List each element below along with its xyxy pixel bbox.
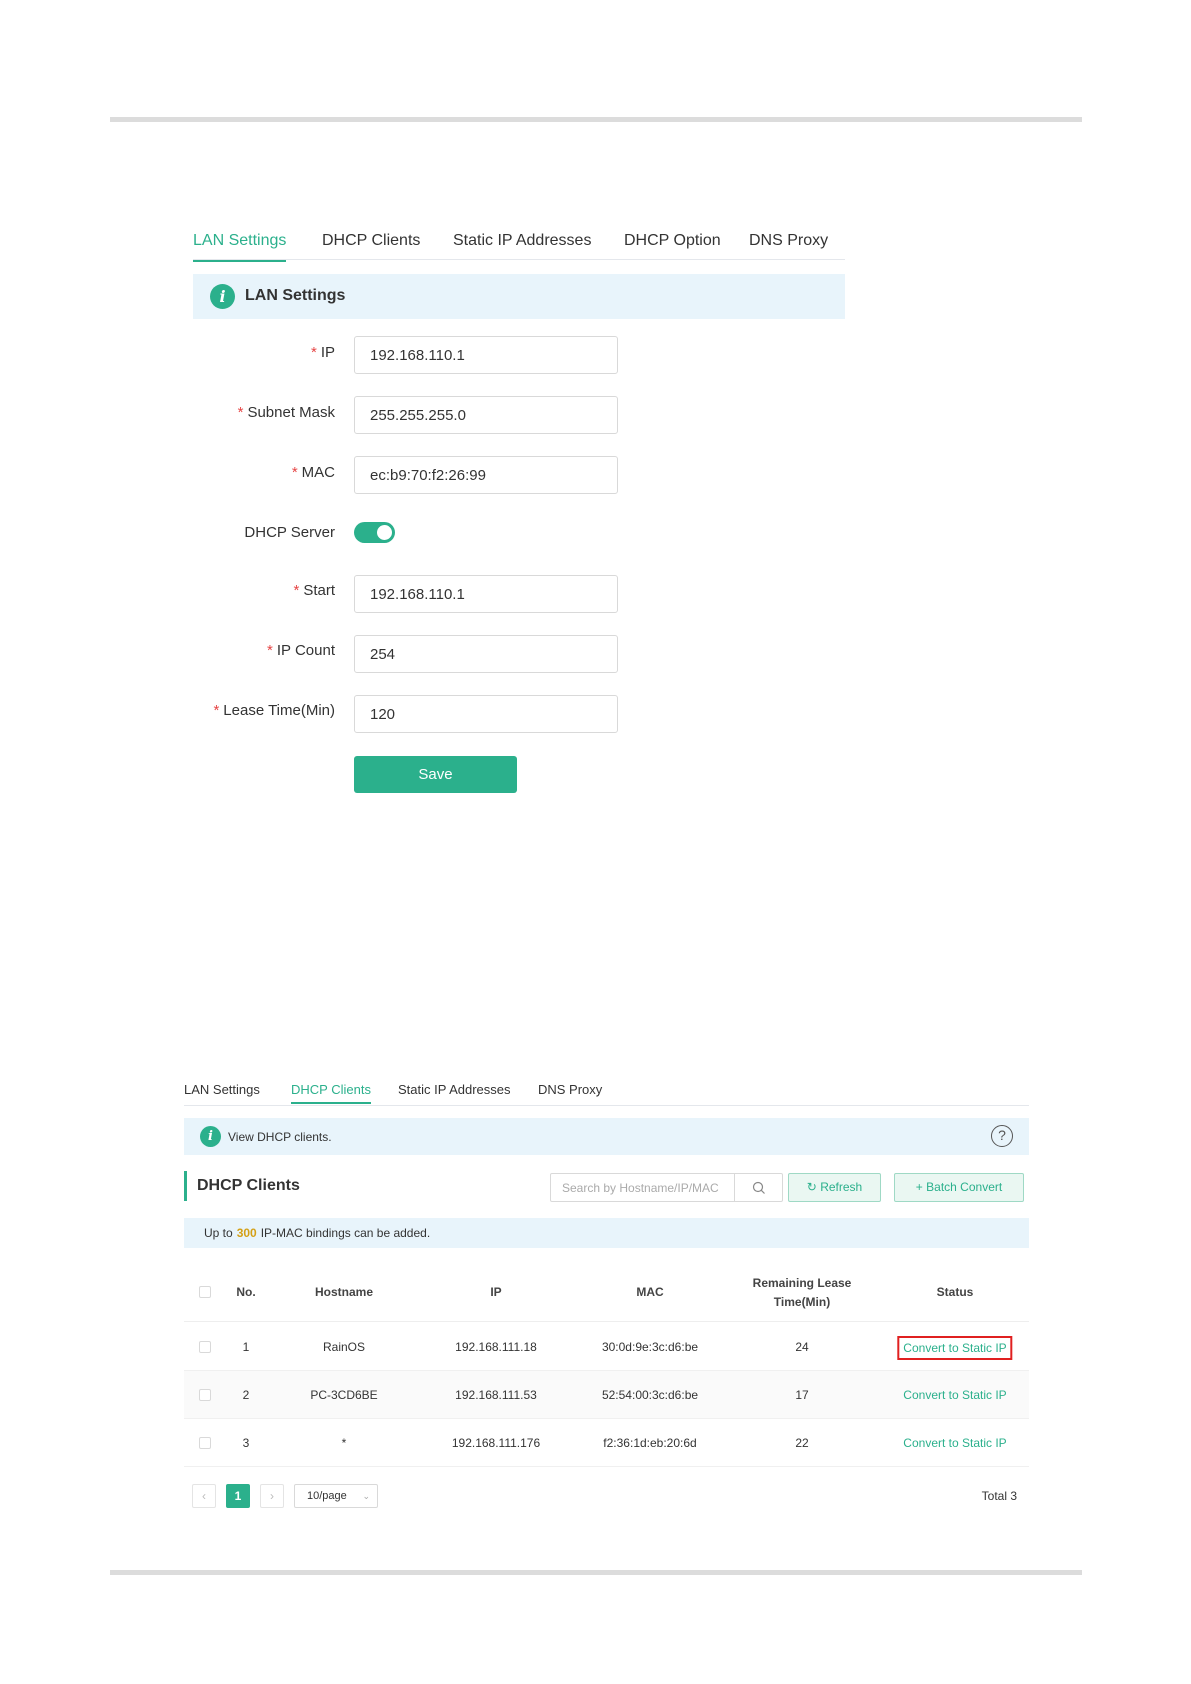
cell-mac: f2:36:1d:eb:20:6d bbox=[603, 1436, 697, 1450]
col-status: Status bbox=[936, 1285, 974, 1299]
convert-to-static-ip-link[interactable]: Convert to Static IP bbox=[897, 1336, 1013, 1360]
cell-no: 2 bbox=[242, 1388, 250, 1402]
batch-convert-button[interactable]: + Batch Convert bbox=[894, 1173, 1024, 1202]
cell-hostname: PC-3CD6BE bbox=[310, 1388, 378, 1402]
search-icon bbox=[752, 1181, 765, 1194]
total-count: Total 3 bbox=[981, 1489, 1017, 1503]
cell-ip: 192.168.111.53 bbox=[455, 1388, 537, 1402]
refresh-icon: ↻ bbox=[806, 1180, 817, 1194]
cell-no: 1 bbox=[242, 1340, 250, 1354]
tab-dhcp-clients[interactable]: DHCP Clients bbox=[322, 232, 420, 250]
info-icon: i bbox=[200, 1126, 221, 1147]
col-hostname: Hostname bbox=[314, 1285, 374, 1299]
table-row: 2 PC-3CD6BE 192.168.111.53 52:54:00:3c:d… bbox=[184, 1371, 1029, 1419]
col-no: No. bbox=[236, 1285, 256, 1299]
tab-bar: LAN Settings DHCP Clients Static IP Addr… bbox=[184, 1078, 1029, 1106]
start-label: * Start bbox=[293, 582, 335, 599]
ip-input[interactable] bbox=[354, 336, 618, 374]
search-input[interactable] bbox=[550, 1173, 735, 1202]
binding-limit-count: 300 bbox=[236, 1226, 257, 1240]
table-row: 3 * 192.168.111.176 f2:36:1d:eb:20:6d 22… bbox=[184, 1419, 1029, 1467]
required-mark: * bbox=[213, 702, 220, 719]
tab-static-ip-addresses[interactable]: Static IP Addresses bbox=[453, 232, 591, 250]
cell-no: 3 bbox=[242, 1436, 250, 1450]
ip-label: * IP bbox=[310, 344, 335, 361]
row-checkbox[interactable] bbox=[199, 1389, 211, 1401]
required-mark: * bbox=[267, 642, 273, 659]
col-remaining-lease: Remaining Lease bbox=[752, 1276, 852, 1290]
ip-count-label: * IP Count bbox=[267, 642, 335, 659]
col-remaining-lease-unit: Time(Min) bbox=[773, 1295, 831, 1309]
tab-bar: LAN Settings DHCP Clients Static IP Addr… bbox=[193, 224, 845, 262]
col-ip: IP bbox=[490, 1285, 502, 1299]
next-page-button[interactable]: › bbox=[260, 1484, 284, 1508]
batch-convert-label: Batch Convert bbox=[926, 1180, 1003, 1194]
convert-to-static-ip-link[interactable]: Convert to Static IP bbox=[903, 1436, 1006, 1450]
section-title: DHCP Clients bbox=[184, 1171, 300, 1201]
banner-text: View DHCP clients. bbox=[228, 1130, 332, 1144]
cell-hostname: * bbox=[341, 1436, 347, 1450]
tab-dhcp-option[interactable]: DHCP Option bbox=[624, 232, 721, 250]
tab-static-ip-addresses[interactable]: Static IP Addresses bbox=[398, 1082, 511, 1097]
table-row: 1 RainOS 192.168.111.18 30:0d:9e:3c:d6:b… bbox=[184, 1323, 1029, 1371]
row-checkbox[interactable] bbox=[199, 1341, 211, 1353]
prev-page-button[interactable]: ‹ bbox=[192, 1484, 216, 1508]
info-icon: i bbox=[210, 284, 235, 309]
tab-dns-proxy[interactable]: DNS Proxy bbox=[749, 232, 828, 250]
tab-dns-proxy[interactable]: DNS Proxy bbox=[538, 1082, 602, 1097]
binding-limit-notice: Up to 300 IP-MAC bindings can be added. bbox=[184, 1218, 1029, 1248]
subnet-mask-input[interactable] bbox=[354, 396, 618, 434]
required-mark: * bbox=[293, 582, 300, 599]
plus-icon: + bbox=[915, 1180, 923, 1194]
row-checkbox[interactable] bbox=[199, 1437, 211, 1449]
page-bottom-rule bbox=[110, 1570, 1082, 1575]
required-mark: * bbox=[310, 344, 317, 361]
table-header: No. Hostname IP MAC Remaining Lease Time… bbox=[184, 1262, 1029, 1322]
ip-count-input[interactable] bbox=[354, 635, 618, 673]
lease-time-input[interactable] bbox=[354, 695, 618, 733]
cell-mac: 30:0d:9e:3c:d6:be bbox=[601, 1340, 699, 1354]
required-mark: * bbox=[291, 464, 298, 481]
cell-lease: 22 bbox=[795, 1436, 809, 1450]
mac-label: * MAC bbox=[291, 464, 335, 481]
mac-input[interactable] bbox=[354, 456, 618, 494]
info-banner: i View DHCP clients. ? bbox=[184, 1118, 1029, 1155]
chevron-down-icon: ⌄ bbox=[362, 1491, 370, 1501]
cell-ip: 192.168.111.176 bbox=[451, 1436, 541, 1450]
lease-time-label: * Lease Time(Min) bbox=[213, 702, 335, 719]
page-1-button[interactable]: 1 bbox=[226, 1484, 250, 1508]
refresh-label: Refresh bbox=[820, 1180, 863, 1194]
tab-lan-settings[interactable]: LAN Settings bbox=[184, 1082, 260, 1097]
start-input[interactable] bbox=[354, 575, 618, 613]
lan-settings-banner: i LAN Settings bbox=[193, 274, 845, 319]
cell-ip: 192.168.111.18 bbox=[455, 1340, 537, 1354]
tab-lan-settings[interactable]: LAN Settings bbox=[193, 232, 287, 262]
tab-dhcp-clients[interactable]: DHCP Clients bbox=[291, 1082, 371, 1104]
dhcp-clients-screenshot: LAN Settings DHCP Clients Static IP Addr… bbox=[184, 1078, 1029, 1518]
col-mac: MAC bbox=[636, 1285, 664, 1299]
cell-hostname: RainOS bbox=[322, 1340, 366, 1354]
required-mark: * bbox=[237, 404, 244, 421]
cell-lease: 24 bbox=[795, 1340, 809, 1354]
cell-lease: 17 bbox=[795, 1388, 809, 1402]
help-circle-icon[interactable]: ? bbox=[991, 1125, 1013, 1147]
toggle-knob bbox=[377, 525, 392, 540]
convert-to-static-ip-link[interactable]: Convert to Static IP bbox=[903, 1388, 1006, 1402]
refresh-button[interactable]: ↻ Refresh bbox=[788, 1173, 881, 1202]
subnet-mask-label: * Subnet Mask bbox=[237, 404, 335, 421]
search-button[interactable] bbox=[734, 1173, 783, 1202]
lan-settings-screenshot: LAN Settings DHCP Clients Static IP Addr… bbox=[193, 224, 845, 804]
dhcp-server-label: DHCP Server bbox=[244, 524, 335, 541]
dhcp-server-toggle[interactable] bbox=[354, 522, 395, 543]
select-all-checkbox[interactable] bbox=[199, 1286, 211, 1298]
page-top-rule bbox=[110, 117, 1082, 122]
banner-title: LAN Settings bbox=[245, 287, 346, 304]
cell-mac: 52:54:00:3c:d6:be bbox=[601, 1388, 699, 1402]
page-size-select[interactable]: 10/page ⌄ bbox=[294, 1484, 378, 1508]
save-button[interactable]: Save bbox=[354, 756, 517, 793]
